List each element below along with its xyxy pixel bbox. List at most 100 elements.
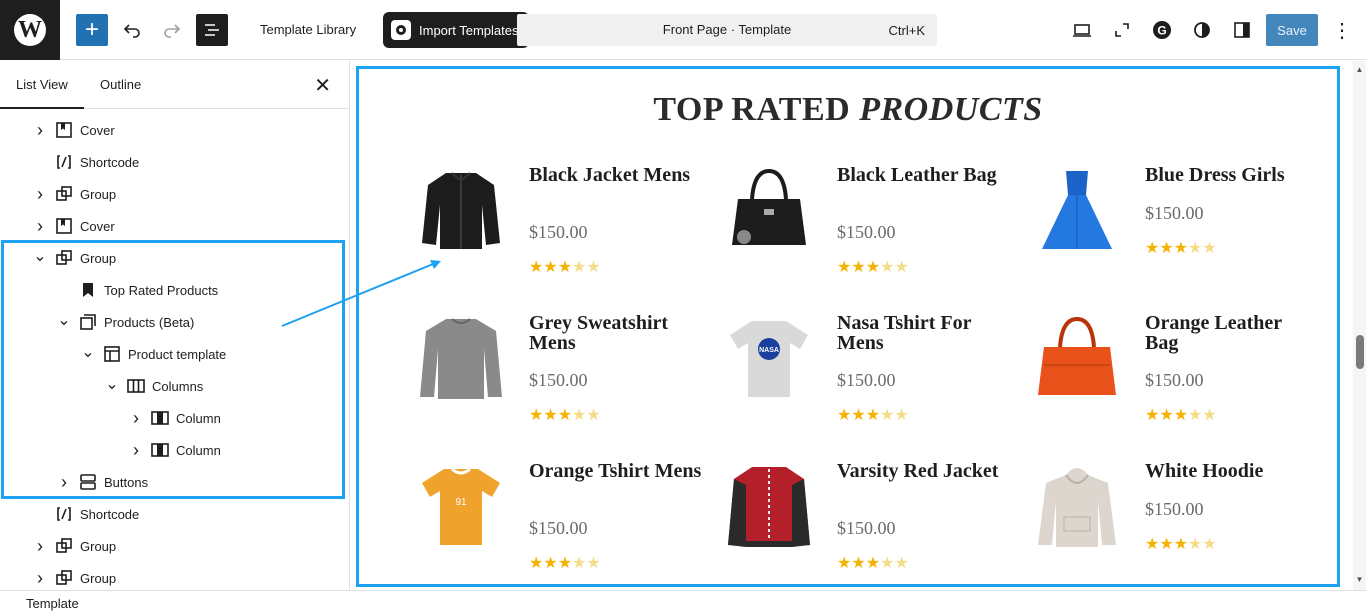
product-rating: ★★★★★ — [837, 405, 909, 425]
product-title[interactable]: Orange Tshirt Mens — [529, 461, 704, 481]
product-price: $150.00 — [1145, 203, 1204, 223]
chevron-right-icon[interactable]: › — [32, 184, 48, 205]
product-card[interactable]: Grey Sweatshirt Mens $150.00 ★★★★★ — [416, 313, 716, 453]
product-card[interactable]: White Hoodie $150.00 ★★★★★ — [1032, 461, 1332, 601]
svg-text:91: 91 — [455, 497, 467, 508]
redo-button[interactable] — [156, 14, 188, 46]
list-view-item-cover[interactable]: › Cover — [0, 210, 349, 242]
product-image[interactable] — [1032, 461, 1122, 551]
product-image[interactable] — [1032, 165, 1122, 255]
product-price: $150.00 — [837, 518, 896, 538]
import-templates-label: Import Templates — [419, 22, 519, 38]
star-icon: ★ — [837, 407, 852, 424]
chevron-right-icon[interactable]: › — [32, 536, 48, 557]
list-view-item-label: Cover — [80, 218, 115, 234]
product-image[interactable] — [416, 165, 506, 255]
product-rating: ★★★★★ — [529, 257, 601, 277]
product-price: $150.00 — [1145, 370, 1204, 390]
star-icon: ★ — [880, 259, 895, 276]
star-icon: ★ — [586, 407, 601, 424]
product-title[interactable]: Orange Leather Bag — [1145, 313, 1320, 353]
star-icon: ★ — [557, 555, 573, 572]
cover-icon — [54, 216, 74, 236]
product-title[interactable]: Nasa Tshirt For Mens — [837, 313, 1012, 353]
list-view-item-group[interactable]: › Group — [0, 562, 349, 590]
product-image[interactable]: 91 — [416, 461, 506, 551]
star-icon: ★ — [1159, 536, 1174, 553]
options-menu-button[interactable]: ⋮ — [1326, 14, 1358, 46]
chevron-right-icon[interactable]: › — [32, 568, 48, 589]
settings-sidebar-button[interactable] — [1226, 14, 1258, 46]
wordpress-logo-button[interactable]: W — [0, 0, 60, 60]
product-card[interactable]: Black Jacket Mens $150.00 ★★★★★ — [416, 165, 716, 305]
chevron-right-icon[interactable]: › — [32, 216, 48, 237]
product-card[interactable]: Varsity Red Jacket $150.00 ★★★★★ — [724, 461, 1024, 601]
list-view-item-shortcode[interactable]: Shortcode — [0, 146, 349, 178]
list-view-item-group[interactable]: › Group — [0, 530, 349, 562]
product-image[interactable] — [724, 461, 814, 551]
list-view-item-cover[interactable]: › Cover — [0, 114, 349, 146]
device-preview-button[interactable] — [1066, 14, 1098, 46]
product-card[interactable]: Orange Leather Bag $150.00 ★★★★★ — [1032, 313, 1332, 453]
star-icon: ★ — [543, 407, 558, 424]
product-card[interactable]: Blue Dress Girls $150.00 ★★★★★ — [1032, 165, 1332, 305]
product-title[interactable]: Grey Sweatshirt Mens — [529, 313, 704, 353]
tab-list-view[interactable]: List View — [0, 77, 84, 109]
redo-icon — [164, 24, 181, 38]
product-image[interactable] — [1032, 313, 1122, 403]
product-image[interactable]: NASA — [724, 313, 814, 403]
tab-outline[interactable]: Outline — [100, 77, 141, 92]
styles-button[interactable] — [1186, 14, 1218, 46]
star-icon: ★ — [1145, 407, 1160, 424]
star-icon: ★ — [1173, 407, 1189, 424]
star-icon: ★ — [865, 407, 881, 424]
import-templates-button[interactable]: Import Templates — [383, 12, 529, 48]
product-price: $150.00 — [529, 370, 588, 390]
list-view-item-label: Group — [80, 570, 117, 586]
product-rating: ★★★★★ — [837, 257, 909, 277]
product-title[interactable]: Black Leather Bag — [837, 165, 1012, 185]
list-view-item-shortcode[interactable]: Shortcode — [0, 498, 349, 530]
chevron-right-icon[interactable]: › — [32, 120, 48, 141]
heading-text: TOP RATED — [653, 91, 860, 128]
scroll-down-icon[interactable]: ▼ — [1353, 575, 1366, 584]
product-title[interactable]: White Hoodie — [1145, 461, 1320, 481]
scroll-up-icon[interactable]: ▲ — [1353, 65, 1366, 74]
scroll-thumb[interactable] — [1356, 335, 1364, 369]
product-card[interactable]: NASA Nasa Tshirt For Mens $150.00 ★★★★★ — [724, 313, 1024, 453]
command-palette-bar[interactable]: Front Page · Template Ctrl+K — [517, 14, 937, 46]
highlight-box — [1, 240, 345, 499]
list-view-item-group[interactable]: › Group — [0, 178, 349, 210]
selected-block-frame[interactable]: TOP RATED PRODUCTS Black Jacket Mens $150… — [356, 66, 1340, 587]
product-title[interactable]: Blue Dress Girls — [1145, 165, 1320, 185]
canvas-scrollbar[interactable]: ▲ ▼ — [1353, 61, 1366, 590]
close-icon[interactable]: ✕ — [314, 73, 331, 98]
list-view-item-label: Shortcode — [80, 506, 140, 522]
star-icon: ★ — [880, 407, 895, 424]
product-image[interactable] — [724, 165, 814, 255]
product-card[interactable]: Black Leather Bag $150.00 ★★★★★ — [724, 165, 1024, 305]
star-icon: ★ — [572, 555, 587, 572]
product-image[interactable] — [416, 313, 506, 403]
command-shortcut: Ctrl+K — [888, 23, 925, 38]
view-page-button[interactable] — [1106, 14, 1138, 46]
section-heading[interactable]: TOP RATED PRODUCTS — [359, 91, 1337, 129]
star-icon: ★ — [865, 259, 881, 276]
block-inserter-button[interactable]: + — [76, 14, 108, 46]
breadcrumb[interactable]: Template — [26, 596, 79, 611]
save-button[interactable]: Save — [1266, 14, 1318, 46]
product-rating: ★★★★★ — [1145, 405, 1217, 425]
plugin-g-button[interactable]: G — [1146, 14, 1178, 46]
document-overview-button[interactable] — [196, 14, 228, 46]
product-card[interactable]: 91 Orange Tshirt Mens $150.00 ★★★★★ — [416, 461, 716, 601]
star-icon: ★ — [837, 259, 852, 276]
undo-button[interactable] — [116, 14, 148, 46]
template-library-link[interactable]: Template Library — [260, 22, 356, 37]
svg-text:G: G — [1157, 24, 1166, 38]
contrast-icon — [1194, 22, 1210, 38]
list-view-item-label: Shortcode — [80, 154, 140, 170]
list-view-sidebar: List View Outline ✕ › Cover Shortcode › Grou… — [0, 61, 350, 590]
shortcode-icon — [54, 504, 74, 524]
product-title[interactable]: Varsity Red Jacket — [837, 461, 1012, 481]
product-title[interactable]: Black Jacket Mens — [529, 165, 704, 185]
